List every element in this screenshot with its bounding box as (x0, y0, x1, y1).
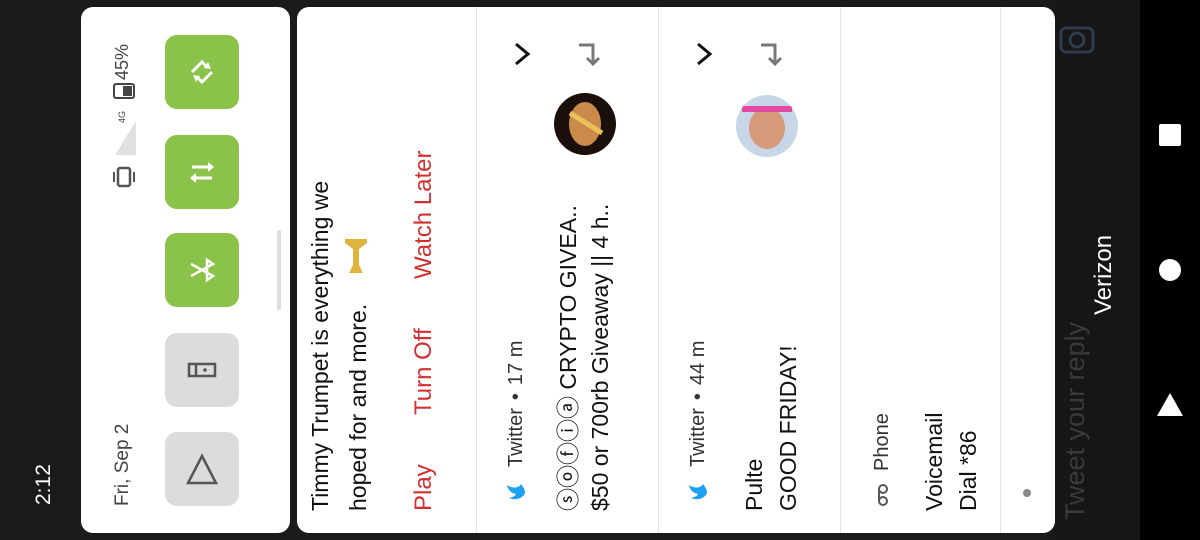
phone-app-name: Phone (871, 413, 893, 471)
twitter-notification-2[interactable]: Twitter • 44 m Pulte GOOD FRIDAY! (659, 7, 841, 533)
overflow-dot[interactable] (1023, 489, 1031, 497)
svg-text:4G: 4G (117, 111, 127, 123)
rotate-icon (190, 59, 214, 85)
twitter2-body: GOOD FRIDAY! (775, 345, 801, 511)
mobile-data-tile[interactable] (165, 135, 239, 209)
status-time: 2:12 (32, 464, 55, 505)
signal-icon: 4G (115, 111, 136, 155)
twitter2-time: 44 m (687, 340, 709, 386)
chevron-right-icon[interactable] (507, 39, 537, 69)
twitter2-title: Pulte (741, 458, 767, 511)
twitter1-body: $50 or 700rb Giveaway || 4 h.. (587, 203, 613, 511)
flashlight-tile[interactable] (165, 333, 239, 407)
twitter2-app-line: Twitter • 44 m (687, 340, 709, 467)
media-text-line1: Timmy Trumpet is everything we (307, 180, 333, 511)
twitter1-title: ⓢⓞⓕⓘⓐ CRYPTO GIVEA.. (555, 205, 581, 511)
phone-notification[interactable]: Phone Voicemail Dial *86 (841, 7, 1001, 533)
twitter1-app-line: Twitter • 17 m (505, 340, 527, 467)
square-icon (1159, 124, 1181, 146)
bluetooth-tile[interactable] (165, 233, 239, 307)
avatar (736, 95, 798, 157)
turn-off-action[interactable]: Turn Off (410, 328, 438, 415)
auto-rotate-tile[interactable] (165, 35, 239, 109)
media-notification[interactable]: Timmy Trumpet is everything we hoped for… (297, 7, 477, 533)
home-button[interactable] (1140, 240, 1200, 300)
avatar-image (568, 102, 604, 146)
back-button[interactable] (1140, 374, 1200, 434)
twitter-bird-icon (507, 484, 525, 500)
watch-later-action[interactable]: Watch Later (410, 151, 438, 280)
phone-title: Voicemail (921, 412, 947, 511)
play-action[interactable]: Play (410, 464, 438, 511)
trumpet-icon (345, 239, 367, 273)
camera-icon (1059, 26, 1095, 54)
twitter1-time: 17 m (505, 340, 527, 386)
phone-body: Dial *86 (955, 430, 981, 511)
reply-icon[interactable] (753, 39, 783, 69)
avatar (554, 93, 616, 155)
twitter1-app-name: Twitter (505, 408, 527, 467)
notification-panel: Timmy Trumpet is everything we hoped for… (297, 7, 1055, 533)
drag-handle[interactable] (277, 230, 281, 310)
chevron-right-icon[interactable] (689, 39, 719, 69)
data-arrows-icon (190, 162, 214, 183)
recents-button[interactable] (1140, 105, 1200, 165)
flashlight-icon (187, 362, 217, 378)
bluetooth-icon (190, 257, 216, 283)
date-label: Fri, Sep 2 (112, 423, 133, 506)
twitter-notification-1[interactable]: Twitter • 17 m ⓢⓞⓕⓘⓐ CRYPTO GIVEA.. $50 … (477, 7, 659, 533)
tweet-reply-placeholder[interactable]: Tweet your reply (1060, 280, 1091, 520)
avatar-image (742, 106, 792, 149)
twitter2-app-name: Twitter (687, 408, 709, 467)
voicemail-icon (878, 484, 888, 506)
vibrate-icon (113, 166, 135, 188)
battery-percent: 45% (112, 43, 132, 80)
reply-icon[interactable] (571, 39, 601, 69)
circle-icon (1159, 259, 1181, 281)
navigation-bar (1140, 0, 1200, 540)
back-triangle-icon (1157, 393, 1183, 416)
battery-icon (113, 83, 135, 99)
twitter-bird-icon (689, 484, 707, 500)
media-text-line2: hoped for and more. (345, 303, 371, 511)
carrier-label: Verizon (1090, 234, 1117, 315)
cast-icon (185, 453, 219, 485)
cast-tile[interactable] (165, 432, 239, 506)
